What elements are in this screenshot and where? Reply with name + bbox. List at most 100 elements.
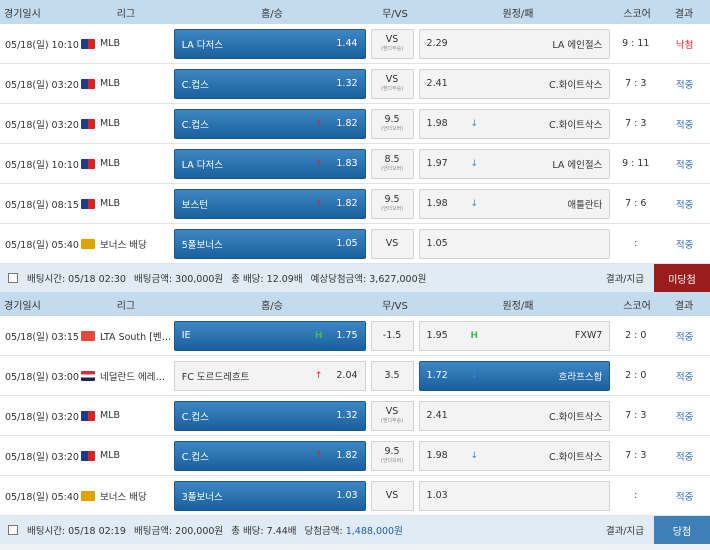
header-league: 리그	[116, 300, 136, 312]
home-odds-button[interactable]: C.컵스 1.32	[173, 400, 366, 431]
league: MLB	[78, 38, 172, 49]
odds-change-icon: H	[314, 330, 323, 341]
header-vs: 무/VS	[382, 8, 408, 20]
slip-status-button[interactable]: 미당첨	[654, 264, 710, 292]
draw-odds-button[interactable]: VS	[370, 228, 414, 259]
home-team: 보스턴	[181, 199, 208, 211]
table-row: 05/18(일) 05:40 보너스 배당 3폴보너스 1.03 VS 1.03: 적중	[0, 476, 710, 516]
league-name: MLB	[100, 118, 121, 129]
table-header: 경기일시 리그 홈/승 무/VS 원정/패 스코어 결과	[0, 0, 710, 24]
away-odds-button[interactable]: 1.97 ↓ LA 에인절스	[418, 148, 611, 179]
home-team: C.컵스	[181, 411, 209, 423]
draw-odds-button[interactable]: -1.5	[370, 320, 414, 351]
home-team: FC 도르드레흐트	[181, 371, 250, 383]
win-amount: 예상당첨금액: 3,627,000원	[311, 274, 427, 285]
match-date: 05/18(일) 03:20	[5, 451, 79, 463]
win-amount: 당첨금액: 1,488,000원	[305, 526, 403, 537]
match-date: 05/18(일) 05:40	[5, 491, 79, 503]
score: :	[634, 490, 638, 501]
select-checkbox[interactable]	[8, 525, 18, 535]
league: 네덜란드 에레디…	[78, 369, 172, 383]
header-result: 결과	[674, 300, 694, 312]
away-odds-button[interactable]: 2.41 C.화이트삭스	[418, 400, 611, 431]
vs-value: 9.5	[384, 446, 400, 458]
odds-change-icon: ↑	[314, 198, 323, 209]
vs-value: VS	[385, 406, 399, 418]
win-label: 당첨금액:	[304, 526, 346, 537]
select-checkbox[interactable]	[8, 273, 18, 283]
away-odds-button[interactable]: 1.05	[418, 228, 611, 259]
slip-status-button[interactable]: 당첨	[654, 516, 710, 544]
away-odds-button[interactable]: 1.98 ↓ C.화이트삭스	[418, 440, 611, 471]
odds-change-icon: ↓	[470, 158, 479, 169]
away-odd: 1.95	[426, 330, 448, 341]
result-status: 적중	[675, 79, 694, 91]
draw-odds-button[interactable]: VS	[370, 480, 414, 511]
draw-odds-button[interactable]: 9.5 (언더오버)	[370, 188, 414, 219]
away-team: LA 에인절스	[552, 39, 603, 51]
draw-odds-button[interactable]: 3.5	[370, 360, 414, 391]
result-status: 적중	[675, 411, 694, 423]
away-odd: 1.03	[426, 490, 448, 501]
away-odds-button[interactable]: 2.41 C.화이트삭스	[418, 68, 611, 99]
draw-odds-button[interactable]: VS (핸디무승)	[370, 68, 414, 99]
away-odds-button[interactable]: 1.95 H FXW7	[418, 320, 611, 351]
league-name: 네덜란드 에레디…	[100, 371, 172, 383]
score: 7 : 6	[625, 198, 647, 209]
result-status: 적중	[675, 199, 694, 211]
match-date: 05/18(일) 03:20	[5, 411, 79, 423]
vs-sublabel: (핸디무승)	[380, 85, 404, 92]
away-team: 애틀란타	[567, 199, 603, 211]
total-odds: 총 배당: 7.44배	[231, 526, 297, 537]
league: MLB	[78, 410, 172, 421]
league: MLB	[78, 78, 172, 89]
draw-odds-button[interactable]: 9.5 (언더오버)	[370, 108, 414, 139]
odds-change-icon: ↓	[470, 198, 479, 209]
header-away: 원정/패	[502, 300, 534, 312]
home-odds-button[interactable]: LA 다저스 1.44	[173, 28, 366, 59]
home-odds-button[interactable]: 5폴보너스 1.05	[173, 228, 366, 259]
away-odds-button[interactable]: 1.03	[418, 480, 611, 511]
away-odd: 1.72	[426, 370, 448, 381]
draw-odds-button[interactable]: VS (핸디무승)	[370, 28, 414, 59]
bet-slip: 경기일시 리그 홈/승 무/VS 원정/패 스코어 결과 05/18(일) 10:10 MLB L…	[0, 0, 710, 292]
score: 7 : 3	[625, 118, 647, 129]
home-odd: 1.82	[336, 118, 358, 129]
win-label: 예상당첨금액:	[310, 274, 370, 285]
away-odds-button[interactable]: 2.29 LA 에인절스	[418, 28, 611, 59]
league: 보너스 배당	[78, 489, 172, 503]
header-date: 경기일시	[4, 300, 41, 312]
score: 9 : 11	[622, 38, 650, 49]
table-row: 05/18(일) 03:00 네덜란드 에레디… FC 도르드레흐트 ↑ 2.04 3.5…	[0, 356, 710, 396]
home-odds-button[interactable]: C.컵스 ↑ 1.82	[173, 108, 366, 139]
league: LTA South [벤픽…	[78, 329, 172, 343]
table-row: 05/18(일) 10:10 MLB LA 다저스 ↑ 1.83 8.5 (언더오버) 1.9…	[0, 144, 710, 184]
home-team: C.컵스	[181, 451, 209, 463]
away-odds-button[interactable]: 1.98 ↓ C.화이트삭스	[418, 108, 611, 139]
header-date: 경기일시	[4, 8, 41, 20]
home-odds-button[interactable]: IE H 1.75	[173, 320, 366, 351]
away-odd: 1.98	[426, 198, 448, 209]
draw-odds-button[interactable]: 9.5 (언더오버)	[370, 440, 414, 471]
away-team: C.화이트삭스	[548, 79, 603, 91]
home-odds-button[interactable]: FC 도르드레흐트 ↑ 2.04	[173, 360, 366, 391]
home-odds-button[interactable]: LA 다저스 ↑ 1.83	[173, 148, 366, 179]
score: 9 : 11	[622, 158, 650, 169]
league-name: 보너스 배당	[100, 239, 147, 251]
win-value: 1,488,000원	[345, 526, 403, 537]
result-status: 낙첨	[675, 39, 694, 51]
payout-label: 결과/지급	[605, 274, 644, 285]
home-team: LA 다저스	[181, 159, 223, 171]
away-odds-button[interactable]: 1.72 ↓ 흐라프스합	[418, 360, 611, 391]
draw-odds-button[interactable]: VS (핸디무승)	[370, 400, 414, 431]
header-away: 원정/패	[502, 8, 534, 20]
draw-odds-button[interactable]: 8.5 (언더오버)	[370, 148, 414, 179]
home-odds-button[interactable]: 3폴보너스 1.03	[173, 480, 366, 511]
home-odds-button[interactable]: C.컵스 1.32	[173, 68, 366, 99]
vs-value: VS	[385, 74, 399, 86]
slip-info: 배팅시간: 05/18 02:30 배팅금액: 300,000원 총 배당: 12.…	[27, 271, 606, 285]
away-odds-button[interactable]: 1.98 ↓ 애틀란타	[418, 188, 611, 219]
home-odds-button[interactable]: 보스턴 ↑ 1.82	[173, 188, 366, 219]
odds-change-icon: ↓	[470, 370, 479, 381]
home-odds-button[interactable]: C.컵스 ↑ 1.82	[173, 440, 366, 471]
